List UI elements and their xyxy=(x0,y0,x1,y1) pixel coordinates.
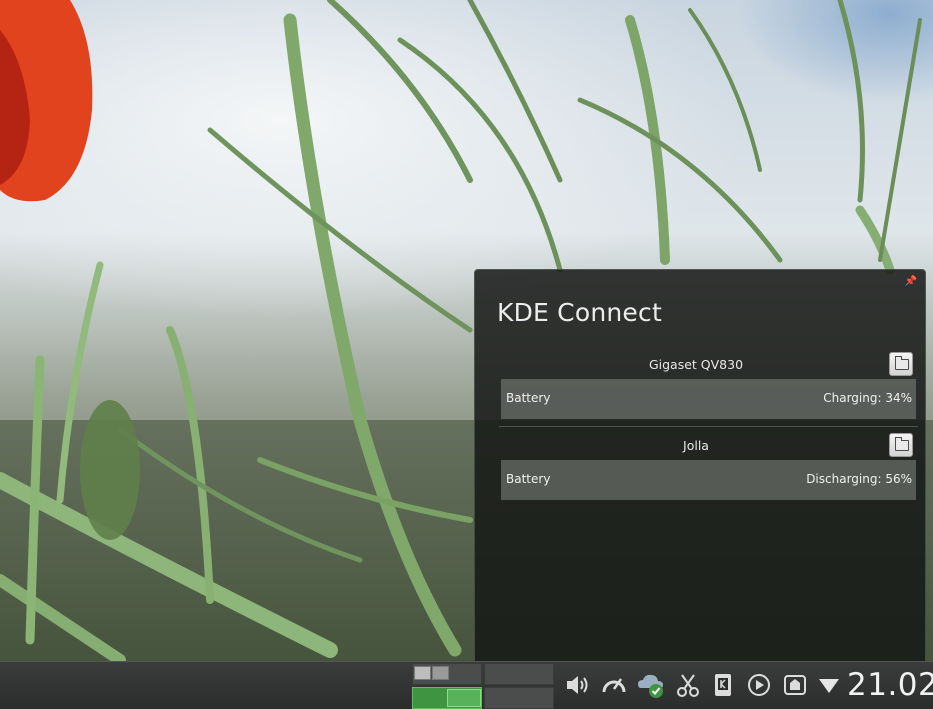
cloud-sync-icon[interactable] xyxy=(636,670,666,700)
performance-gauge-icon[interactable] xyxy=(601,672,627,698)
battery-label: Battery xyxy=(506,391,551,405)
pager-window xyxy=(447,689,481,707)
show-hidden-arrow-icon[interactable] xyxy=(816,672,842,698)
pager-desktop-2[interactable] xyxy=(484,663,554,685)
folder-icon xyxy=(895,437,909,451)
device-separator xyxy=(499,426,918,427)
browse-device-button[interactable] xyxy=(889,433,913,457)
battery-label: Battery xyxy=(506,472,551,486)
kde-connect-popup: 📌 KDE Connect Gigaset QV830 Battery Char… xyxy=(474,269,926,661)
pager-window xyxy=(432,666,449,680)
device-name: Gigaset QV830 xyxy=(648,357,744,372)
digital-clock[interactable]: 21.02 xyxy=(847,667,933,703)
kdeconnect-phone-icon[interactable] xyxy=(710,672,736,698)
popup-title: KDE Connect xyxy=(497,298,662,327)
battery-row: Battery Discharging: 56% xyxy=(501,460,916,500)
pin-icon[interactable]: 📌 xyxy=(905,277,917,287)
browse-device-button[interactable] xyxy=(889,352,913,376)
speaker-icon[interactable] xyxy=(564,672,590,698)
battery-status: Discharging: 56% xyxy=(806,472,912,486)
pager-desktop-4[interactable] xyxy=(484,687,554,709)
battery-row: Battery Charging: 34% xyxy=(501,379,916,419)
battery-status: Charging: 34% xyxy=(823,391,912,405)
pager-window xyxy=(414,666,431,680)
device-name: Jolla xyxy=(683,438,709,453)
folder-icon xyxy=(895,356,909,370)
taskbar-panel: 21.02 xyxy=(0,661,933,709)
virtual-desktop-pager xyxy=(412,663,554,709)
pager-desktop-3[interactable] xyxy=(412,687,482,709)
scissors-icon[interactable] xyxy=(675,672,701,698)
play-icon[interactable] xyxy=(746,672,772,698)
removable-device-icon[interactable] xyxy=(782,672,808,698)
pager-desktop-1[interactable] xyxy=(412,663,482,685)
